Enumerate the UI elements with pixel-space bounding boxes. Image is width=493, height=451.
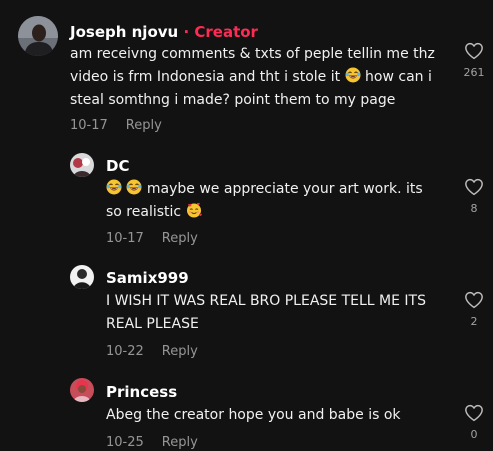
comment-meta: 10-17 Reply (106, 231, 198, 247)
username-text: Joseph njovu (70, 23, 179, 41)
comment-text-line: am receivng comments & txts of peple tel… (70, 46, 435, 62)
smiling-face-with-hearts-emoji-icon (186, 202, 202, 218)
avatar[interactable] (18, 16, 58, 56)
laughing-tears-emoji-icon (106, 179, 122, 195)
username[interactable]: DC (106, 156, 129, 176)
reply-button[interactable]: Reply (126, 118, 162, 133)
like-button[interactable]: 2 (461, 291, 487, 329)
like-count: 261 (463, 66, 485, 79)
comment-meta: 10-25 Reply (106, 435, 198, 451)
heart-outline-icon[interactable] (464, 291, 484, 309)
comment-date: 10-17 (70, 118, 108, 133)
reply-item: DC maybe we appreciate your art work. it… (0, 150, 493, 260)
heart-outline-icon[interactable] (464, 178, 484, 196)
like-button[interactable]: 0 (461, 404, 487, 442)
comment-item: Joseph njovu · Creator am receivng comme… (0, 0, 493, 150)
comment-text: Abeg the creator hope you and babe is ok (106, 404, 446, 427)
username[interactable]: Samix999 (106, 268, 189, 288)
comment-meta: 10-22 Reply (106, 344, 198, 360)
comment-text-line: REAL PLEASE (106, 316, 199, 332)
creator-separator: · (178, 23, 195, 41)
avatar[interactable] (70, 153, 94, 177)
like-count: 8 (470, 202, 478, 215)
like-count: 2 (470, 315, 478, 328)
laughing-tears-emoji-icon (345, 67, 361, 83)
comment-date: 10-25 (106, 435, 144, 450)
comment-text: I WISH IT WAS REAL BRO PLEASE TELL ME IT… (106, 290, 446, 336)
like-button[interactable]: 8 (461, 178, 487, 216)
comment-text-line: Abeg the creator hope you and babe is ok (106, 407, 401, 423)
like-button[interactable]: 261 (461, 42, 487, 80)
comment-date: 10-17 (106, 231, 144, 246)
reply-item: Princess Abeg the creator hope you and b… (0, 375, 493, 450)
like-count: 0 (470, 428, 478, 441)
reply-item: Samix999 I WISH IT WAS REAL BRO PLEASE T… (0, 262, 493, 372)
avatar[interactable] (70, 378, 94, 402)
reply-button[interactable]: Reply (162, 435, 198, 450)
comment-text: am receivng comments & txts of peple tel… (70, 43, 440, 112)
comment-text: maybe we appreciate your art work. its s… (106, 178, 441, 224)
comment-text-line: maybe we appreciate your art work. its (106, 178, 441, 201)
avatar[interactable] (70, 265, 94, 289)
comment-date: 10-22 (106, 344, 144, 359)
comment-text-line: video is frm Indonesia and tht i stole i… (70, 67, 432, 85)
username[interactable]: Princess (106, 382, 177, 402)
comment-meta: 10-17 Reply (70, 118, 162, 134)
laughing-tears-emoji-icon (126, 179, 142, 195)
heart-outline-icon[interactable] (464, 404, 484, 422)
creator-badge: Creator (194, 23, 258, 41)
comment-text-line: steal somthng i made? point them to my p… (70, 92, 396, 108)
reply-button[interactable]: Reply (162, 344, 198, 359)
username[interactable]: Joseph njovu · Creator (70, 22, 258, 42)
comment-text-line: so realistic (106, 201, 441, 224)
reply-button[interactable]: Reply (162, 231, 198, 246)
heart-outline-icon[interactable] (464, 42, 484, 60)
comment-text-line: I WISH IT WAS REAL BRO PLEASE TELL ME IT… (106, 293, 426, 309)
